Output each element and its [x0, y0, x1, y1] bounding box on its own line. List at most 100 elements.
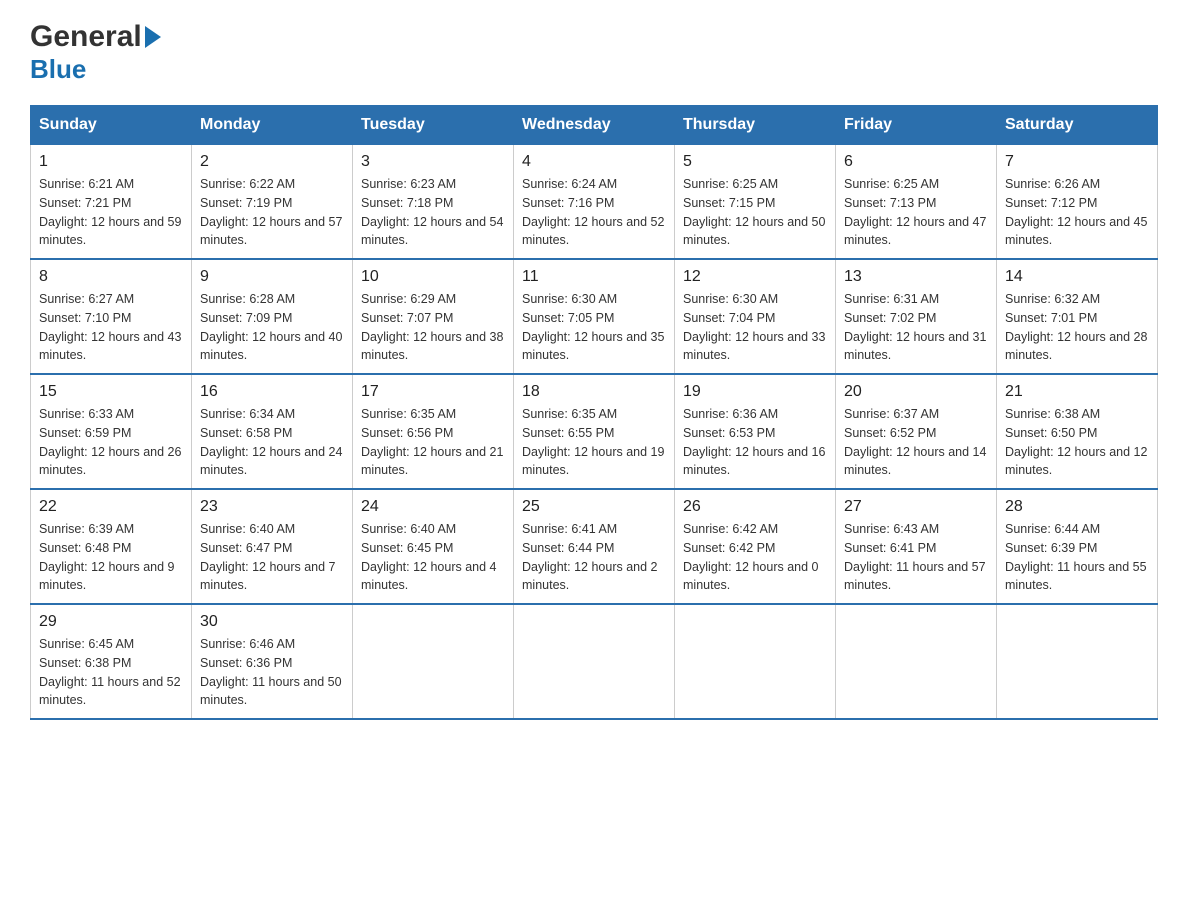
- day-info: Sunrise: 6:24 AMSunset: 7:16 PMDaylight:…: [522, 175, 666, 250]
- weekday-header-tuesday: Tuesday: [353, 106, 514, 145]
- day-number: 3: [361, 153, 505, 171]
- day-info: Sunrise: 6:28 AMSunset: 7:09 PMDaylight:…: [200, 290, 344, 365]
- day-number: 11: [522, 268, 666, 286]
- weekday-header-sunday: Sunday: [31, 106, 192, 145]
- calendar-cell: 21 Sunrise: 6:38 AMSunset: 6:50 PMDaylig…: [997, 374, 1158, 489]
- day-info: Sunrise: 6:30 AMSunset: 7:04 PMDaylight:…: [683, 290, 827, 365]
- calendar-week-row: 22 Sunrise: 6:39 AMSunset: 6:48 PMDaylig…: [31, 489, 1158, 604]
- day-info: Sunrise: 6:30 AMSunset: 7:05 PMDaylight:…: [522, 290, 666, 365]
- calendar-table: SundayMondayTuesdayWednesdayThursdayFrid…: [30, 105, 1158, 720]
- day-info: Sunrise: 6:46 AMSunset: 6:36 PMDaylight:…: [200, 635, 344, 710]
- calendar-cell: 26 Sunrise: 6:42 AMSunset: 6:42 PMDaylig…: [675, 489, 836, 604]
- day-number: 21: [1005, 383, 1149, 401]
- day-info: Sunrise: 6:33 AMSunset: 6:59 PMDaylight:…: [39, 405, 183, 480]
- day-number: 1: [39, 153, 183, 171]
- day-number: 15: [39, 383, 183, 401]
- calendar-cell: 30 Sunrise: 6:46 AMSunset: 6:36 PMDaylig…: [192, 604, 353, 719]
- day-number: 12: [683, 268, 827, 286]
- weekday-header-row: SundayMondayTuesdayWednesdayThursdayFrid…: [31, 106, 1158, 145]
- day-number: 10: [361, 268, 505, 286]
- day-number: 14: [1005, 268, 1149, 286]
- calendar-cell: 25 Sunrise: 6:41 AMSunset: 6:44 PMDaylig…: [514, 489, 675, 604]
- day-number: 19: [683, 383, 827, 401]
- calendar-cell: 9 Sunrise: 6:28 AMSunset: 7:09 PMDayligh…: [192, 259, 353, 374]
- day-number: 18: [522, 383, 666, 401]
- logo-blue-label: Blue: [30, 54, 86, 85]
- calendar-cell: 14 Sunrise: 6:32 AMSunset: 7:01 PMDaylig…: [997, 259, 1158, 374]
- day-number: 29: [39, 613, 183, 631]
- weekday-header-saturday: Saturday: [997, 106, 1158, 145]
- calendar-cell: [514, 604, 675, 719]
- logo-arrow-icon: [145, 26, 161, 48]
- calendar-cell: 1 Sunrise: 6:21 AMSunset: 7:21 PMDayligh…: [31, 145, 192, 260]
- logo: General Blue: [30, 20, 161, 85]
- logo-general: General: [30, 20, 142, 54]
- day-number: 27: [844, 498, 988, 516]
- day-number: 4: [522, 153, 666, 171]
- calendar-cell: 19 Sunrise: 6:36 AMSunset: 6:53 PMDaylig…: [675, 374, 836, 489]
- calendar-cell: 13 Sunrise: 6:31 AMSunset: 7:02 PMDaylig…: [836, 259, 997, 374]
- calendar-cell: [997, 604, 1158, 719]
- day-info: Sunrise: 6:27 AMSunset: 7:10 PMDaylight:…: [39, 290, 183, 365]
- day-number: 2: [200, 153, 344, 171]
- day-info: Sunrise: 6:35 AMSunset: 6:56 PMDaylight:…: [361, 405, 505, 480]
- weekday-header-wednesday: Wednesday: [514, 106, 675, 145]
- weekday-header-thursday: Thursday: [675, 106, 836, 145]
- calendar-cell: 10 Sunrise: 6:29 AMSunset: 7:07 PMDaylig…: [353, 259, 514, 374]
- day-number: 22: [39, 498, 183, 516]
- day-info: Sunrise: 6:40 AMSunset: 6:45 PMDaylight:…: [361, 520, 505, 595]
- day-info: Sunrise: 6:36 AMSunset: 6:53 PMDaylight:…: [683, 405, 827, 480]
- day-number: 26: [683, 498, 827, 516]
- calendar-cell: 28 Sunrise: 6:44 AMSunset: 6:39 PMDaylig…: [997, 489, 1158, 604]
- calendar-cell: [675, 604, 836, 719]
- header: General Blue: [30, 20, 1158, 85]
- day-info: Sunrise: 6:35 AMSunset: 6:55 PMDaylight:…: [522, 405, 666, 480]
- calendar-cell: 23 Sunrise: 6:40 AMSunset: 6:47 PMDaylig…: [192, 489, 353, 604]
- calendar-week-row: 1 Sunrise: 6:21 AMSunset: 7:21 PMDayligh…: [31, 145, 1158, 260]
- day-info: Sunrise: 6:41 AMSunset: 6:44 PMDaylight:…: [522, 520, 666, 595]
- day-info: Sunrise: 6:43 AMSunset: 6:41 PMDaylight:…: [844, 520, 988, 595]
- day-info: Sunrise: 6:34 AMSunset: 6:58 PMDaylight:…: [200, 405, 344, 480]
- day-info: Sunrise: 6:29 AMSunset: 7:07 PMDaylight:…: [361, 290, 505, 365]
- day-info: Sunrise: 6:23 AMSunset: 7:18 PMDaylight:…: [361, 175, 505, 250]
- day-number: 9: [200, 268, 344, 286]
- day-info: Sunrise: 6:25 AMSunset: 7:15 PMDaylight:…: [683, 175, 827, 250]
- calendar-cell: 6 Sunrise: 6:25 AMSunset: 7:13 PMDayligh…: [836, 145, 997, 260]
- calendar-week-row: 29 Sunrise: 6:45 AMSunset: 6:38 PMDaylig…: [31, 604, 1158, 719]
- day-number: 7: [1005, 153, 1149, 171]
- day-info: Sunrise: 6:21 AMSunset: 7:21 PMDaylight:…: [39, 175, 183, 250]
- day-info: Sunrise: 6:45 AMSunset: 6:38 PMDaylight:…: [39, 635, 183, 710]
- calendar-cell: 2 Sunrise: 6:22 AMSunset: 7:19 PMDayligh…: [192, 145, 353, 260]
- calendar-cell: 15 Sunrise: 6:33 AMSunset: 6:59 PMDaylig…: [31, 374, 192, 489]
- day-number: 20: [844, 383, 988, 401]
- day-number: 5: [683, 153, 827, 171]
- calendar-cell: 4 Sunrise: 6:24 AMSunset: 7:16 PMDayligh…: [514, 145, 675, 260]
- day-number: 16: [200, 383, 344, 401]
- day-info: Sunrise: 6:25 AMSunset: 7:13 PMDaylight:…: [844, 175, 988, 250]
- calendar-cell: 24 Sunrise: 6:40 AMSunset: 6:45 PMDaylig…: [353, 489, 514, 604]
- day-number: 24: [361, 498, 505, 516]
- calendar-cell: 16 Sunrise: 6:34 AMSunset: 6:58 PMDaylig…: [192, 374, 353, 489]
- calendar-week-row: 15 Sunrise: 6:33 AMSunset: 6:59 PMDaylig…: [31, 374, 1158, 489]
- day-info: Sunrise: 6:44 AMSunset: 6:39 PMDaylight:…: [1005, 520, 1149, 595]
- calendar-cell: 7 Sunrise: 6:26 AMSunset: 7:12 PMDayligh…: [997, 145, 1158, 260]
- calendar-cell: 18 Sunrise: 6:35 AMSunset: 6:55 PMDaylig…: [514, 374, 675, 489]
- day-number: 13: [844, 268, 988, 286]
- day-number: 6: [844, 153, 988, 171]
- day-number: 8: [39, 268, 183, 286]
- weekday-header-monday: Monday: [192, 106, 353, 145]
- calendar-cell: 27 Sunrise: 6:43 AMSunset: 6:41 PMDaylig…: [836, 489, 997, 604]
- weekday-header-friday: Friday: [836, 106, 997, 145]
- day-info: Sunrise: 6:37 AMSunset: 6:52 PMDaylight:…: [844, 405, 988, 480]
- day-number: 17: [361, 383, 505, 401]
- calendar-cell: 8 Sunrise: 6:27 AMSunset: 7:10 PMDayligh…: [31, 259, 192, 374]
- day-info: Sunrise: 6:22 AMSunset: 7:19 PMDaylight:…: [200, 175, 344, 250]
- calendar-cell: 29 Sunrise: 6:45 AMSunset: 6:38 PMDaylig…: [31, 604, 192, 719]
- day-info: Sunrise: 6:40 AMSunset: 6:47 PMDaylight:…: [200, 520, 344, 595]
- day-info: Sunrise: 6:38 AMSunset: 6:50 PMDaylight:…: [1005, 405, 1149, 480]
- day-info: Sunrise: 6:39 AMSunset: 6:48 PMDaylight:…: [39, 520, 183, 595]
- day-number: 23: [200, 498, 344, 516]
- calendar-cell: 22 Sunrise: 6:39 AMSunset: 6:48 PMDaylig…: [31, 489, 192, 604]
- calendar-week-row: 8 Sunrise: 6:27 AMSunset: 7:10 PMDayligh…: [31, 259, 1158, 374]
- calendar-cell: [353, 604, 514, 719]
